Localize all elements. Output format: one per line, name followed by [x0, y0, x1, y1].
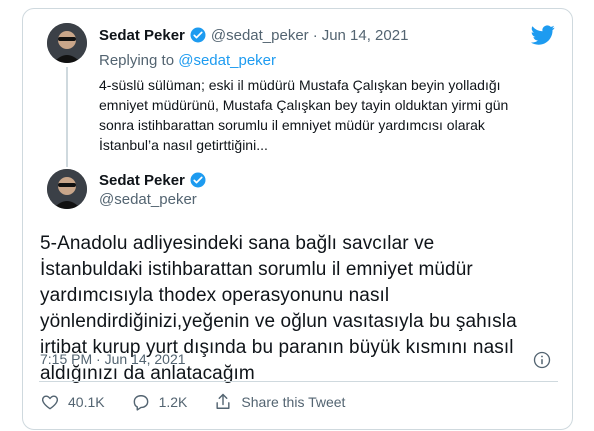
- thread-connector-line: [66, 67, 68, 167]
- reply-tweet-text: 4-süslü sülüman; eski il müdürü Mustafa …: [99, 77, 509, 153]
- verified-badge-icon: [189, 171, 207, 189]
- verified-badge-icon: [189, 26, 207, 44]
- replying-to: Replying to @sedat_peker: [99, 52, 276, 69]
- like-button[interactable]: 40.1K: [40, 392, 105, 412]
- display-name[interactable]: Sedat Peker: [99, 172, 185, 189]
- replying-to-handle[interactable]: @sedat_peker: [178, 52, 276, 69]
- share-label: Share this Tweet: [241, 394, 346, 410]
- handle[interactable]: @sedat_peker: [211, 27, 309, 44]
- main-tweet-header: Sedat Peker: [99, 171, 207, 189]
- twitter-logo-icon[interactable]: [531, 23, 555, 47]
- divider: [39, 381, 558, 382]
- share-icon: [213, 392, 233, 412]
- avatar[interactable]: [47, 169, 87, 209]
- tweet-embed-card: Sedat Peker @sedat_peker · Jun 14, 2021 …: [22, 8, 573, 430]
- reply-tweet-header: Sedat Peker @sedat_peker · Jun 14, 2021: [99, 26, 408, 44]
- handle[interactable]: @sedat_peker: [99, 191, 197, 208]
- like-count: 40.1K: [68, 394, 105, 410]
- display-name[interactable]: Sedat Peker: [99, 27, 185, 44]
- separator: ·: [312, 26, 318, 44]
- reply-icon: [131, 392, 151, 412]
- avatar[interactable]: [47, 23, 87, 63]
- replying-to-label: Replying to: [99, 52, 175, 69]
- heart-icon: [40, 392, 60, 412]
- tweet-timestamp[interactable]: 7:15 PM · Jun 14, 2021: [40, 351, 186, 367]
- share-button[interactable]: Share this Tweet: [213, 392, 345, 412]
- action-bar: 40.1K 1.2K Share this Tweet: [40, 392, 345, 412]
- tweet-date[interactable]: Jun 14, 2021: [322, 27, 409, 44]
- info-icon[interactable]: [532, 350, 552, 375]
- reply-count: 1.2K: [158, 394, 188, 410]
- reply-button[interactable]: 1.2K: [131, 392, 188, 412]
